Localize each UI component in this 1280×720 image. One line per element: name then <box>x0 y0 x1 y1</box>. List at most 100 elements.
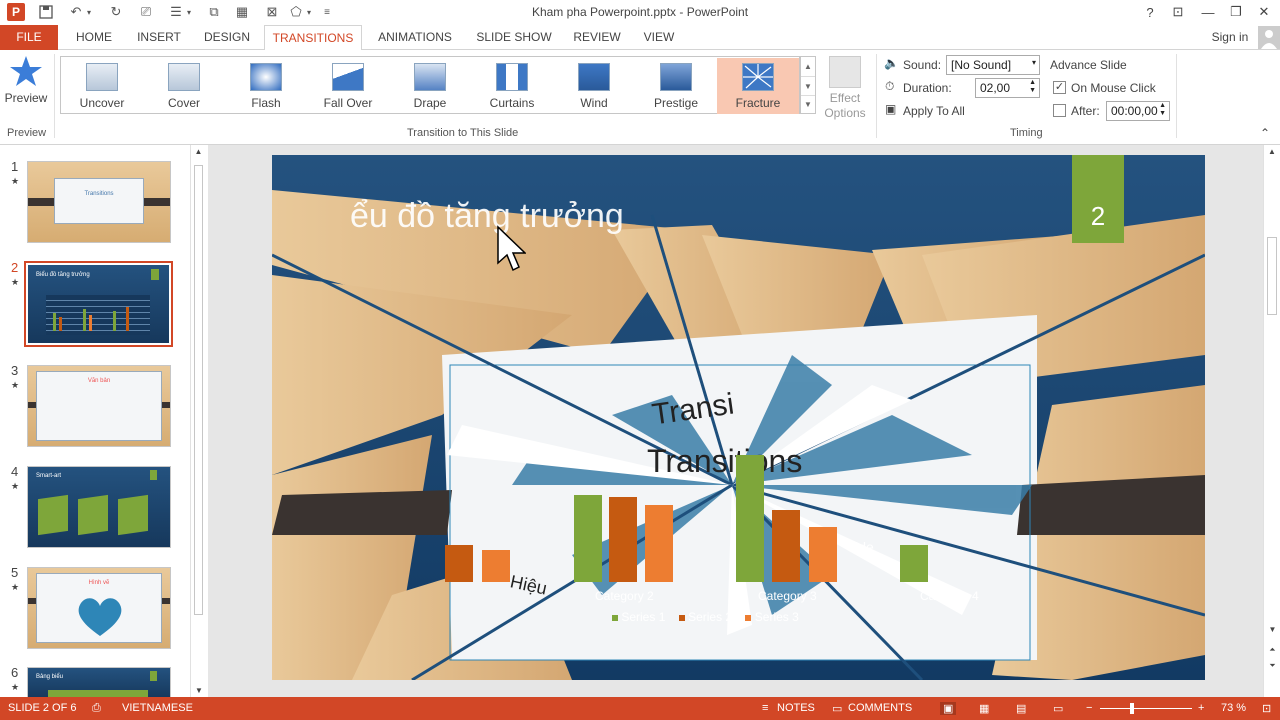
tab-slide-show[interactable]: SLIDE SHOW <box>470 25 558 50</box>
previous-slide-icon[interactable]: ⏶ <box>1264 645 1280 655</box>
scroll-down-icon[interactable]: ▼ <box>1264 625 1280 634</box>
scroll-thumb[interactable] <box>1267 237 1277 315</box>
slide-sorter-icon[interactable]: ▦ <box>979 702 989 715</box>
shapes-icon[interactable]: ⬠ <box>286 3 306 21</box>
tab-design[interactable]: DESIGN <box>198 25 256 50</box>
transition-cover[interactable]: Cover <box>143 58 225 114</box>
collapse-ribbon-icon[interactable]: ⌃ <box>1260 126 1270 140</box>
slide-thumbnail: Bảng biểu <box>27 667 171 699</box>
duration-input[interactable]: 02,00 ▲ ▼ <box>975 78 1040 98</box>
transition-curtains[interactable]: Curtains <box>471 58 553 114</box>
gallery-more-icon[interactable]: ▼ <box>801 95 815 113</box>
after-input[interactable]: 00:00,00 ▲ ▼ <box>1106 101 1170 121</box>
transition-fracture[interactable]: Fracture <box>717 58 799 114</box>
help-button[interactable]: ? <box>1136 2 1164 22</box>
shapes-dropdown-icon[interactable]: ▾ <box>304 3 314 21</box>
scroll-up-icon[interactable]: ▲ <box>191 147 206 156</box>
thumbnail-item-5[interactable]: 5 ★ Hình vẽ <box>0 565 190 651</box>
align-icon[interactable]: ☰ <box>166 3 186 21</box>
slide-canvas[interactable]: ểu đồ tăng trưởng 2 Transi Transitions H… <box>272 155 1205 680</box>
tab-review[interactable]: REVIEW <box>566 25 628 50</box>
fit-slide-icon[interactable]: ⊡ <box>1262 702 1271 715</box>
tab-insert[interactable]: INSERT <box>132 25 186 50</box>
gallery-down-icon[interactable]: ▼ <box>801 76 815 95</box>
language-status[interactable]: VIETNAMESE <box>122 702 193 714</box>
undo-icon[interactable]: ↶ <box>66 3 86 21</box>
drape-icon <box>414 63 446 91</box>
slide-thumbnail: Văn bản <box>27 365 171 447</box>
zoom-slider-thumb[interactable] <box>1130 703 1134 714</box>
sign-in-link[interactable]: Sign in <box>1204 25 1256 50</box>
align-dropdown-icon[interactable]: ▾ <box>184 3 194 21</box>
tab-home[interactable]: HOME <box>66 25 122 50</box>
transition-fall-over[interactable]: Fall Over <box>307 58 389 114</box>
chart-bar <box>645 505 673 582</box>
thumbnail-item-3[interactable]: 3 ★ Văn bản <box>0 363 190 449</box>
comments-button[interactable]: COMMENTS <box>848 702 912 714</box>
after-checkbox[interactable] <box>1053 104 1066 117</box>
arrange-icon[interactable]: ⧉ <box>204 3 224 21</box>
spelling-icon[interactable]: ⎙ <box>92 702 101 715</box>
zoom-slider[interactable] <box>1100 703 1192 714</box>
slide-thumbnail: Smart-art <box>27 466 171 548</box>
slide-scrollbar[interactable]: ▲ ▼ ⏶ ⏷ <box>1263 145 1280 697</box>
transition-drape[interactable]: Drape <box>389 58 471 114</box>
save-icon[interactable] <box>36 3 56 21</box>
scroll-down-icon[interactable]: ▼ <box>191 686 207 695</box>
mouse-cursor-icon <box>497 225 526 272</box>
thumbnail-item-6[interactable]: 6 ★ Bảng biểu <box>0 665 190 699</box>
thumbnail-item-2[interactable]: 2 ★ Biểu đồ tăng trưởng <box>0 260 190 348</box>
minimize-icon[interactable]: — <box>1194 2 1222 22</box>
transition-flash[interactable]: Flash <box>225 58 307 114</box>
gallery-scroll[interactable]: ▲ ▼ ▼ <box>800 56 816 114</box>
thumbnail-item-1[interactable]: 1 ★ Transitions <box>0 159 190 245</box>
spinner-icon[interactable]: ▲ ▼ <box>1159 102 1166 118</box>
duration-icon: ⏱ <box>885 79 895 93</box>
reading-view-icon[interactable]: ▤ <box>1016 702 1026 715</box>
spinner-icon[interactable]: ▲ ▼ <box>1029 79 1036 95</box>
zoom-out-icon[interactable]: − <box>1086 702 1092 714</box>
sound-select[interactable]: [No Sound] ▾ <box>946 55 1040 75</box>
tab-file[interactable]: FILE <box>0 25 58 50</box>
customize-toolbar-icon[interactable]: ≡ <box>320 3 334 21</box>
tab-transitions[interactable]: TRANSITIONS <box>264 25 362 51</box>
scroll-thumb[interactable] <box>194 165 203 615</box>
tab-animations[interactable]: ANIMATIONS <box>370 25 460 50</box>
notes-button[interactable]: NOTES <box>777 702 815 714</box>
scroll-up-icon[interactable]: ▲ <box>1264 147 1280 156</box>
heart-icon <box>78 598 122 636</box>
animation-star-icon: ★ <box>11 380 20 390</box>
table-icon[interactable]: ▦ <box>232 3 252 21</box>
slide-show-icon[interactable]: ▭ <box>1053 702 1063 715</box>
effect-options-icon <box>829 56 861 88</box>
gallery-up-icon[interactable]: ▲ <box>801 57 815 76</box>
present-from-start-icon[interactable]: ⎚ <box>136 3 156 21</box>
on-mouse-click-checkbox[interactable]: ✓ <box>1053 81 1066 94</box>
restore-icon[interactable]: ❐ <box>1222 2 1250 22</box>
next-slide-icon[interactable]: ⏷ <box>1264 661 1280 671</box>
chart-bar <box>772 510 800 582</box>
apply-all-icon: ▣ <box>885 102 897 116</box>
legend-item: Series 1 <box>621 610 666 624</box>
zoom-level[interactable]: 73 % <box>1221 702 1246 714</box>
preview-button[interactable]: Preview <box>4 54 48 110</box>
thumbnail-scrollbar[interactable]: ▲ ▼ <box>190 145 206 697</box>
zoom-in-icon[interactable]: + <box>1198 702 1204 714</box>
chart-bar <box>900 545 928 582</box>
delete-icon[interactable]: ⊠ <box>262 3 282 21</box>
transition-uncover[interactable]: Uncover <box>61 58 143 114</box>
thumbnail-item-4[interactable]: 4 ★ Smart-art <box>0 464 190 550</box>
legend-swatch <box>678 615 685 621</box>
effect-options-button[interactable]: Effect Options <box>818 56 872 122</box>
redo-icon[interactable]: ↻ <box>106 3 126 21</box>
transition-prestige[interactable]: Prestige <box>635 58 717 114</box>
transition-wind[interactable]: Wind <box>553 58 635 114</box>
normal-view-icon[interactable]: ▣ <box>940 702 957 715</box>
tab-view[interactable]: VIEW <box>636 25 682 50</box>
close-icon[interactable]: ✕ <box>1250 2 1278 22</box>
undo-dropdown-icon[interactable]: ▾ <box>84 3 94 21</box>
apply-to-all-button[interactable]: Apply To All <box>903 104 965 118</box>
category-label: Category 4 <box>920 589 979 603</box>
avatar[interactable] <box>1258 26 1280 49</box>
ribbon-display-icon[interactable]: ⊡ <box>1164 2 1192 22</box>
